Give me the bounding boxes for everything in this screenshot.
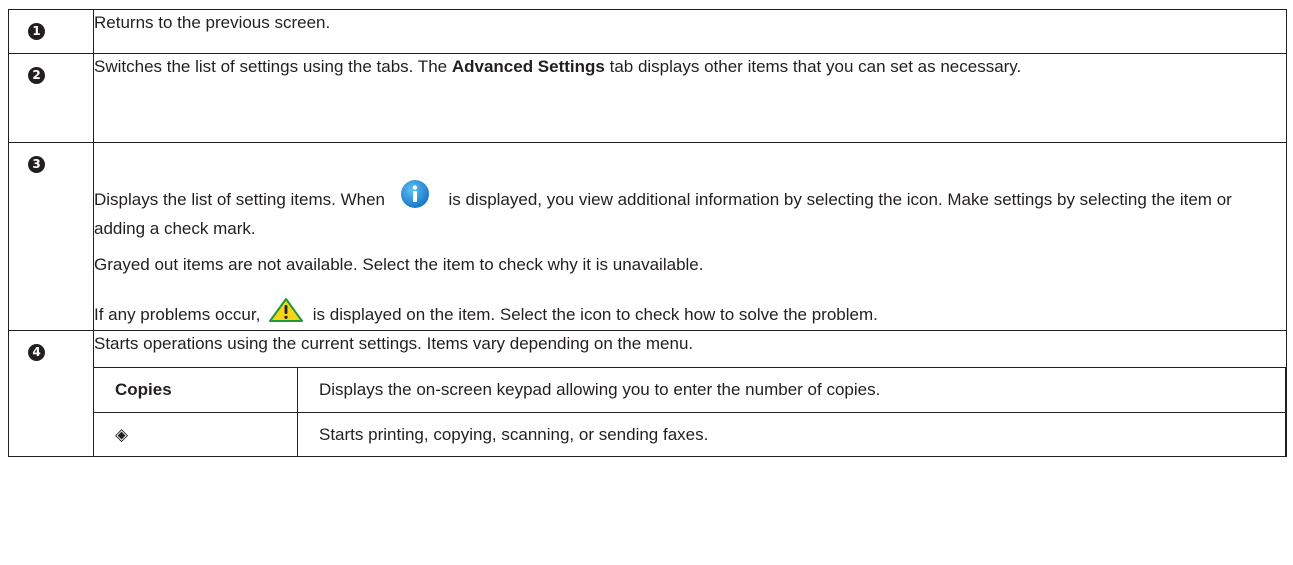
marker-cell: 4	[8, 330, 94, 457]
number-marker: 4	[28, 344, 45, 361]
copies-label: Copies	[93, 367, 298, 413]
row-paragraph: Grayed out items are not available. Sele…	[94, 255, 704, 274]
start-icon-cell: ◈	[93, 412, 298, 456]
marker-cell: 1	[8, 9, 94, 54]
text-segment: If any problems occur,	[94, 305, 266, 324]
description-cell: Switches the list of settings using the …	[93, 53, 1287, 143]
sub-table-row: Copies Displays the on-screen keypad all…	[93, 367, 1286, 413]
copies-description: Displays the on-screen keypad allowing y…	[297, 367, 1286, 413]
table-row: 1 Returns to the previous screen.	[8, 9, 1287, 54]
text-segment: tab displays other items that you can se…	[604, 57, 1022, 76]
start-icon: ◈	[115, 424, 129, 445]
text-segment: Displays the list of setting items. When	[94, 190, 390, 209]
sub-table: Copies Displays the on-screen keypad all…	[93, 367, 1286, 456]
row-paragraph: If any problems occur, is displayed on t…	[94, 297, 1286, 330]
description-table: 1 Returns to the previous screen. 2 Swit…	[8, 9, 1287, 457]
text-segment: is displayed on the item. Select the ico…	[308, 305, 878, 324]
row-text: Returns to the previous screen.	[94, 13, 331, 32]
table-row: 2 Switches the list of settings using th…	[8, 53, 1287, 143]
info-icon	[400, 179, 430, 216]
row-text: Switches the list of settings using the …	[94, 54, 1286, 79]
table-row: 3 Displays the list of setting items. Wh…	[8, 142, 1287, 331]
table-row: 4 Starts operations using the current se…	[8, 330, 1287, 457]
start-description: Starts printing, copying, scanning, or s…	[297, 412, 1286, 456]
row-paragraph: Displays the list of setting items. When…	[94, 179, 1286, 241]
document-page: 1 Returns to the previous screen. 2 Swit…	[0, 0, 1293, 565]
sub-table-row: ◈ Starts printing, copying, scanning, or…	[93, 412, 1286, 456]
advanced-settings-term: Advanced Settings	[451, 57, 605, 76]
text-segment: Switches the list of settings using the …	[94, 57, 452, 76]
description-cell: Starts operations using the current sett…	[93, 330, 1287, 457]
number-marker: 1	[28, 23, 45, 40]
description-cell: Returns to the previous screen.	[93, 9, 1287, 54]
row-text: Starts operations using the current sett…	[94, 334, 694, 353]
warning-icon	[268, 297, 304, 330]
marker-cell: 2	[8, 53, 94, 143]
marker-cell: 3	[8, 142, 94, 331]
description-cell: Displays the list of setting items. When…	[93, 142, 1287, 331]
number-marker: 2	[28, 67, 45, 84]
number-marker: 3	[28, 156, 45, 173]
